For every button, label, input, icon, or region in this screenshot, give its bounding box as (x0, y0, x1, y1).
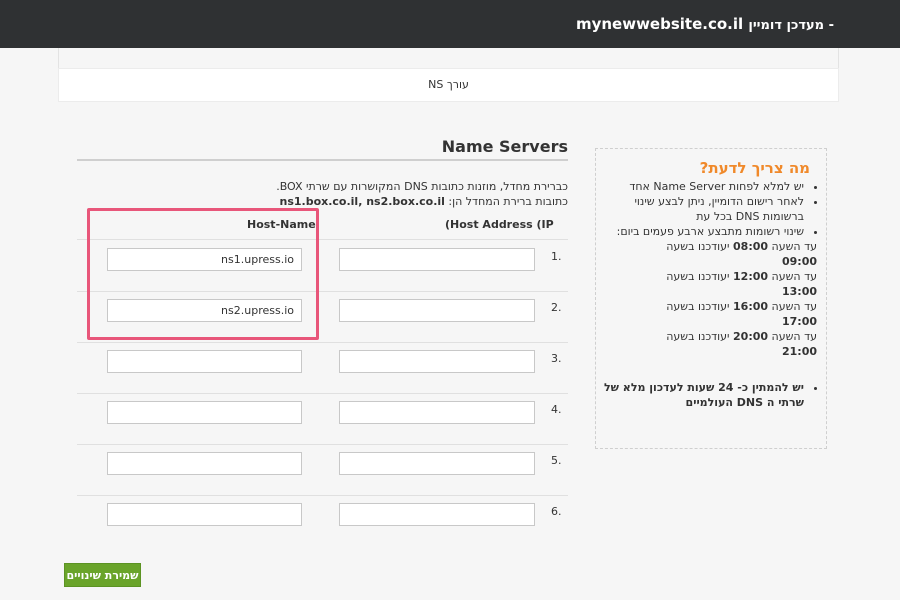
update-time-4: עד השעה 20:00 יעודכנו בשעה 21:00 (666, 330, 817, 358)
host-ip-input-5[interactable] (339, 452, 535, 475)
section-divider (77, 159, 568, 161)
info-item-1: יש למלא לפחות Name Server אחד (604, 179, 804, 194)
info-list: יש למלא לפחות Name Server אחד לאחר רישום… (604, 179, 817, 410)
update-time-1: עד השעה 08:00 יעודכנו בשעה 09:00 (666, 240, 817, 268)
info-item-4: יש להמתין כ- 24 שעות לעדכון מלא של שרתי … (604, 380, 804, 410)
divider-right (838, 48, 839, 68)
host-ip-input-1[interactable] (339, 248, 535, 271)
update-time-3: עד השעה 16:00 יעודכנו בשעה 17:00 (666, 300, 817, 328)
row-number-1: .1 (551, 250, 562, 263)
default-nameservers: ns1.box.co.il, ns2.box.co.il (279, 195, 445, 208)
section-title: Name Servers (441, 137, 568, 156)
info-box: מה צריך לדעת? יש למלא לפחות Name Server … (595, 148, 827, 449)
row-divider (77, 444, 568, 445)
info-item-3: שינוי רשומות מתבצע ארבע פעמים ביום: (604, 224, 804, 239)
row-divider (77, 291, 568, 292)
row-number-6: .6 (551, 505, 562, 518)
host-ip-input-4[interactable] (339, 401, 535, 424)
ns-editor-tab[interactable]: עורך NS (58, 68, 839, 102)
row-number-3: .3 (551, 352, 562, 365)
row-number-4: .4 (551, 403, 562, 416)
row-divider (77, 342, 568, 343)
ns-editor-label: עורך NS (428, 78, 469, 91)
info-item-2: לאחר רישום הדומיין, ניתן לבצע שינוי ברשו… (604, 194, 804, 224)
title-prefix: מעדכן דומיין - (748, 18, 834, 33)
row-divider (77, 495, 568, 496)
info-heading: מה צריך לדעת? (699, 159, 810, 177)
host-name-input-6[interactable] (107, 503, 302, 526)
save-changes-button[interactable]: שמירת שינויים (64, 563, 141, 587)
description-prefix: כתובות ברירת המחדל הן: (448, 195, 568, 208)
host-ip-input-6[interactable] (339, 503, 535, 526)
row-number-2: .2 (551, 301, 562, 314)
row-number-5: .5 (551, 454, 562, 467)
host-name-input-2[interactable]: ns2.upress.io (107, 299, 302, 322)
page-title: mynewwebsite.co.il מעדכן דומיין - (576, 15, 834, 33)
host-ip-input-2[interactable] (339, 299, 535, 322)
domain-name: mynewwebsite.co.il (575, 15, 744, 33)
column-header-ip: (Host Address (IP (445, 218, 554, 231)
row-divider (77, 239, 568, 240)
row-divider (77, 393, 568, 394)
host-name-input-3[interactable] (107, 350, 302, 373)
top-bar: mynewwebsite.co.il מעדכן דומיין - (0, 0, 900, 48)
host-name-input-5[interactable] (107, 452, 302, 475)
description-line-2: כתובות ברירת המחדל הן: ns1.box.co.il, ns… (268, 195, 568, 208)
host-name-input-4[interactable] (107, 401, 302, 424)
update-times: עד השעה 08:00 יעודכנו בשעה 09:00 עד השעה… (604, 239, 817, 359)
description-line-1: כברירת מחדל, מוזנות כתובות DNS המקושרות … (276, 180, 568, 193)
host-ip-input-3[interactable] (339, 350, 535, 373)
update-time-2: עד השעה 12:00 יעודכנו בשעה 13:00 (666, 270, 817, 298)
column-header-host: Host-Name (247, 218, 316, 231)
host-name-input-1[interactable]: ns1.upress.io (107, 248, 302, 271)
divider-left (58, 48, 59, 68)
